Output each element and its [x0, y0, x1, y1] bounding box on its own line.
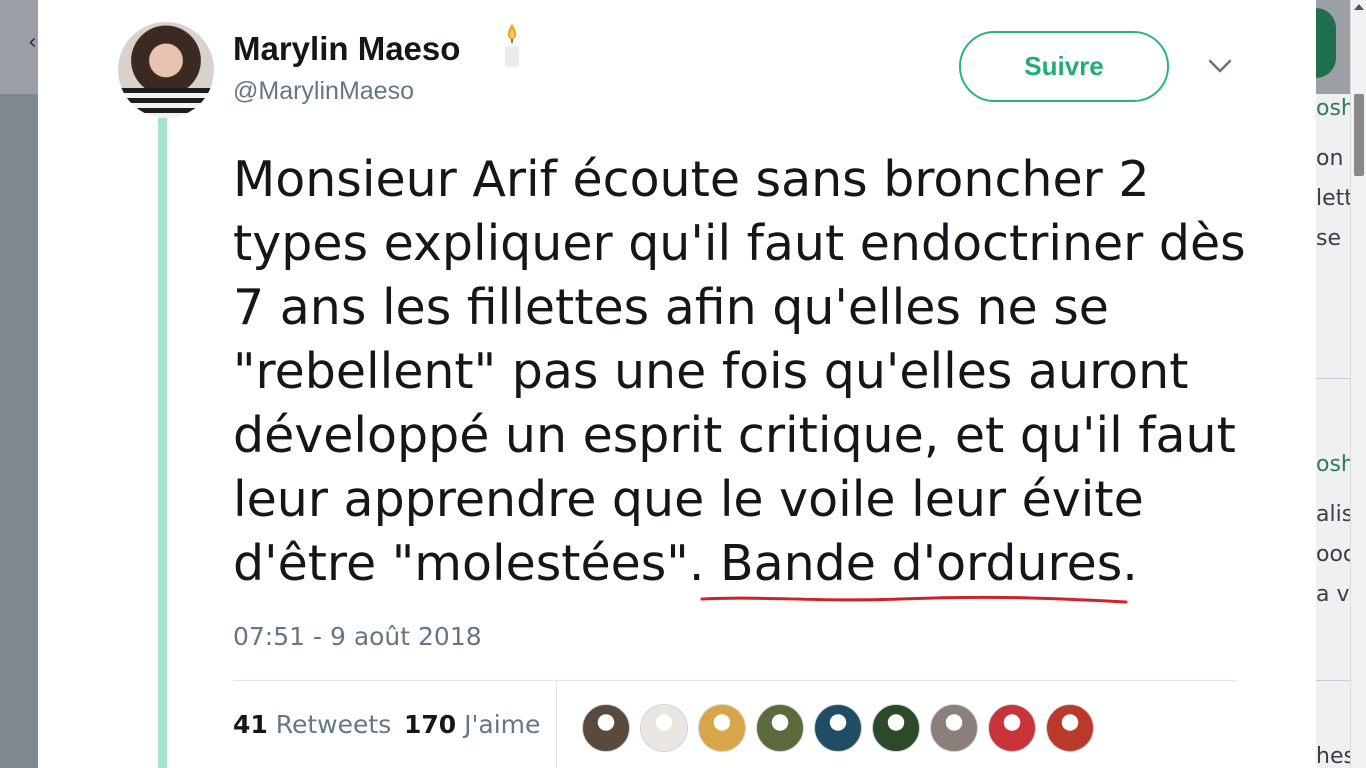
chevron-down-icon[interactable] — [1208, 58, 1232, 74]
author-handle[interactable]: @MarylinMaeso — [233, 77, 414, 106]
liker-avatar-3[interactable] — [698, 704, 746, 752]
liker-avatar-2[interactable] — [640, 704, 688, 752]
tweet-timestamp[interactable]: 07:51 - 9 août 2018 — [233, 622, 482, 651]
tweet-text-line: types expliquer qu'il faut endoctriner d… — [233, 215, 1246, 272]
background-divider — [1316, 680, 1350, 681]
liker-avatar-5[interactable] — [814, 704, 862, 752]
retweets-stat[interactable]: 41 Retweets — [233, 710, 391, 739]
background-text-fragment: ooc — [1316, 542, 1350, 567]
candle-emoji-icon — [505, 24, 519, 67]
author-avatar[interactable] — [118, 22, 214, 118]
background-trends-panel: osh on lett se osh alis ooc a v hes — [1316, 94, 1350, 768]
scroll-thumb[interactable] — [1354, 94, 1364, 176]
liker-avatars — [582, 704, 1094, 752]
background-text-fragment: alis — [1316, 502, 1350, 527]
tweet-text-line: d'être "molestées". Bande d'ordures. — [233, 535, 1138, 592]
liker-avatar-1[interactable] — [582, 704, 630, 752]
back-arrow-icon: ‹ — [28, 30, 37, 55]
page-scrollbar[interactable] — [1350, 0, 1366, 768]
retweets-label: Retweets — [275, 710, 392, 739]
background-text-fragment: osh — [1316, 96, 1350, 121]
tweet-text-line: leur apprendre que le voile leur évite — [233, 471, 1144, 528]
retweets-count: 41 — [233, 710, 268, 739]
liker-avatar-9[interactable] — [1046, 704, 1094, 752]
background-text-fragment: lett — [1316, 186, 1350, 211]
tweet-text-line: Monsieur Arif écoute sans broncher 2 — [233, 151, 1150, 208]
liker-avatar-7[interactable] — [930, 704, 978, 752]
background-text-fragment: on — [1316, 146, 1344, 171]
red-annotation-underline — [700, 595, 1128, 604]
liker-avatar-8[interactable] — [988, 704, 1036, 752]
liker-avatar-6[interactable] — [872, 704, 920, 752]
background-text-fragment: osh — [1316, 452, 1350, 477]
liker-avatar-4[interactable] — [756, 704, 804, 752]
thread-line — [158, 118, 167, 768]
stats-separator — [556, 680, 557, 768]
tweet-text-line: 7 ans les fillettes afin qu'elles ne se — [233, 279, 1109, 336]
tweet-text: Monsieur Arif écoute sans broncher 2 typ… — [233, 148, 1273, 596]
follow-button[interactable]: Suivre — [959, 31, 1169, 102]
tweet-text-line: "rebellent" pas une fois qu'elles auront — [233, 343, 1189, 400]
author-name[interactable]: Marylin Maeso — [233, 30, 460, 68]
likes-count: 170 — [404, 710, 457, 739]
background-divider — [1316, 378, 1350, 379]
avatar-striped-shirt — [118, 88, 214, 118]
background-text-fragment: hes — [1316, 744, 1350, 768]
tweet-text-line: développé un esprit critique, et qu'il f… — [233, 407, 1236, 464]
stats-divider — [233, 680, 1237, 681]
likes-stat[interactable]: 170 J'aime — [404, 710, 540, 739]
likes-label: J'aime — [464, 710, 541, 739]
background-text-fragment: a v — [1316, 582, 1350, 607]
background-text-fragment: se — [1316, 226, 1341, 251]
scroll-up-arrow-icon[interactable] — [1354, 4, 1364, 10]
